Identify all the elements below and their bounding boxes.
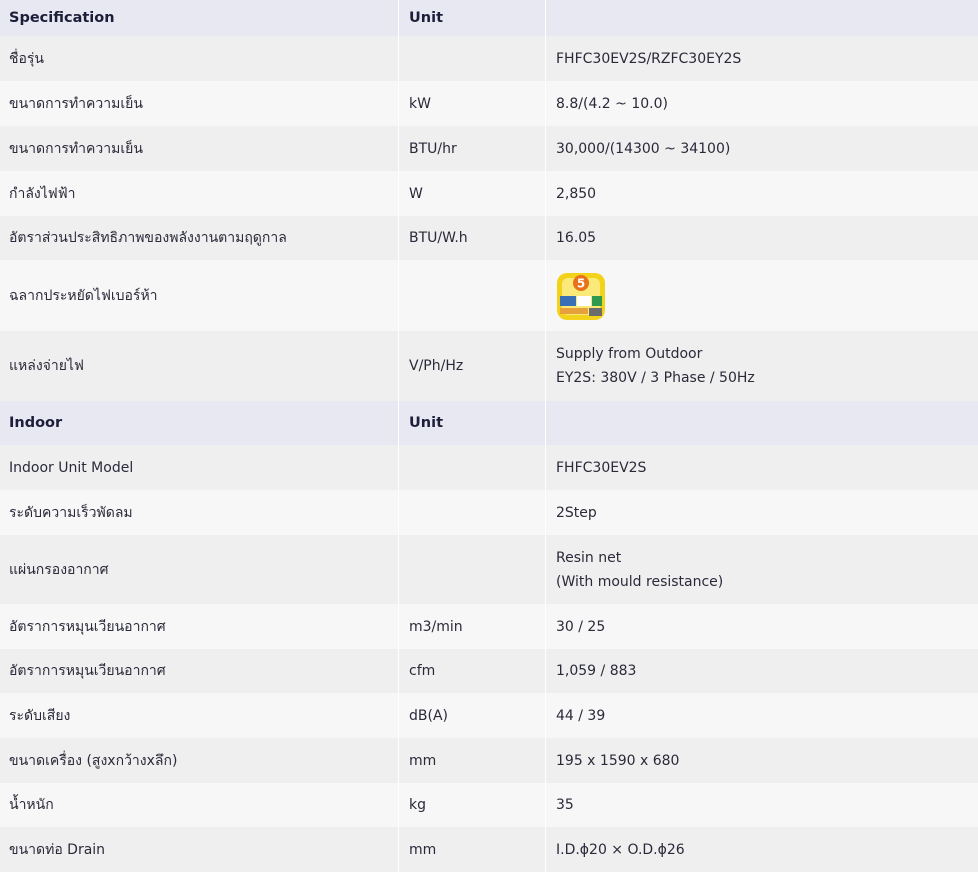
row-unit (398, 36, 546, 81)
row-label: อัตราการหมุนเวียนอากาศ (9, 618, 166, 635)
row-value: FHFC30EV2S (545, 445, 978, 490)
energy-label-no5-icon: 5 (556, 270, 606, 322)
row-label: Indoor Unit Model (9, 459, 134, 476)
row-value: 44 / 39 (545, 693, 978, 738)
row-label: ขนาดท่อ Drain (9, 841, 106, 858)
indoor-header-value (545, 401, 978, 445)
table-row: แหล่งจ่ายไฟ V/Ph/Hz Supply from Outdoor … (0, 331, 978, 401)
spec-header-label: Specification (9, 10, 115, 26)
value-line: Supply from Outdoor (556, 346, 703, 362)
table-row: ขนาดเครื่อง (สูงxกว้างxลึก) mm 195 x 159… (0, 738, 978, 783)
row-value: 5 (545, 260, 978, 331)
row-value: 35 (545, 783, 978, 827)
row-label: แผ่นกรองอากาศ (9, 561, 109, 578)
row-unit: BTU/hr (398, 126, 546, 171)
row-label: แหล่งจ่ายไฟ (9, 358, 84, 374)
table-row: อัตราการหมุนเวียนอากาศ cfm 1,059 / 883 (0, 649, 978, 693)
table-row: ขนาดท่อ Drain mm I.D.ϕ20 × O.D.ϕ26 (0, 827, 978, 872)
row-label: อัตราการหมุนเวียนอากาศ (9, 663, 166, 679)
row-unit: V/Ph/Hz (398, 331, 546, 401)
table-row: ฉลากประหยัดไฟเบอร์ห้า 5 (0, 260, 978, 331)
row-unit (398, 535, 546, 604)
row-value: I.D.ϕ20 × O.D.ϕ26 (545, 827, 978, 872)
indoor-header-row: Indoor Unit (0, 401, 978, 445)
table-row: น้ำหนัก kg 35 (0, 783, 978, 827)
row-label: ระดับเสียง (9, 707, 71, 724)
value-line: Resin net (556, 549, 622, 566)
row-unit: cfm (398, 649, 546, 693)
spec-header-value (545, 0, 978, 36)
row-value: FHFC30EV2S/RZFC30EY2S (545, 36, 978, 81)
row-label: ขนาดการทำความเย็น (9, 95, 143, 112)
row-unit: kW (398, 81, 546, 126)
table-row: กำลังไฟฟ้า W 2,850 (0, 171, 978, 216)
value-line: EY2S: 380V / 3 Phase / 50Hz (556, 370, 755, 386)
spec-table: Specification Unit ชื่อรุ่น FHFC30EV2S/R… (0, 0, 978, 872)
row-label: ระดับความเร็วพัดลม (9, 504, 133, 521)
row-unit (398, 445, 546, 490)
table-row: แผ่นกรองอากาศ Resin net (With mould resi… (0, 535, 978, 604)
row-value: 30,000/(14300 ~ 34100) (545, 126, 978, 171)
row-value: 30 / 25 (545, 604, 978, 649)
row-value: 2Step (545, 490, 978, 535)
row-value: Supply from Outdoor EY2S: 380V / 3 Phase… (545, 331, 978, 401)
svg-text:5: 5 (577, 276, 585, 290)
row-value: 16.05 (545, 216, 978, 260)
row-label: ชื่อรุ่น (9, 50, 44, 67)
table-row: ระดับความเร็วพัดลม 2Step (0, 490, 978, 535)
row-value: 8.8/(4.2 ~ 10.0) (545, 81, 978, 126)
row-label: อัตราส่วนประสิทธิภาพของพลังงานตามฤดูกาล (9, 230, 287, 246)
row-value: 1,059 / 883 (545, 649, 978, 693)
row-unit: mm (398, 738, 546, 783)
value-line: (With mould resistance) (556, 573, 724, 590)
table-row: ระดับเสียง dB(A) 44 / 39 (0, 693, 978, 738)
row-unit: dB(A) (398, 693, 546, 738)
row-label: ขนาดการทำความเย็น (9, 140, 143, 157)
indoor-header-label: Indoor (9, 415, 63, 431)
table-row: ขนาดการทำความเย็น kW 8.8/(4.2 ~ 10.0) (0, 81, 978, 126)
spec-header-unit: Unit (398, 0, 546, 36)
table-row: ขนาดการทำความเย็น BTU/hr 30,000/(14300 ~… (0, 126, 978, 171)
row-label: ขนาดเครื่อง (สูงxกว้างxลึก) (9, 752, 178, 769)
table-row: อัตราการหมุนเวียนอากาศ m3/min 30 / 25 (0, 604, 978, 649)
spec-header-row: Specification Unit (0, 0, 978, 36)
row-unit: m3/min (398, 604, 546, 649)
row-value: 195 x 1590 x 680 (545, 738, 978, 783)
indoor-header-unit: Unit (398, 401, 546, 445)
row-unit: BTU/W.h (398, 216, 546, 260)
row-unit: kg (398, 783, 546, 827)
row-label: กำลังไฟฟ้า (9, 185, 76, 202)
row-unit: mm (398, 827, 546, 872)
row-unit (398, 260, 546, 331)
row-label: น้ำหนัก (9, 797, 54, 813)
table-row: ชื่อรุ่น FHFC30EV2S/RZFC30EY2S (0, 36, 978, 81)
row-value: Resin net (With mould resistance) (545, 535, 978, 604)
row-unit (398, 490, 546, 535)
table-row: Indoor Unit Model FHFC30EV2S (0, 445, 978, 490)
row-label: ฉลากประหยัดไฟเบอร์ห้า (9, 287, 158, 304)
row-unit: W (398, 171, 546, 216)
row-value: 2,850 (545, 171, 978, 216)
table-row: อัตราส่วนประสิทธิภาพของพลังงานตามฤดูกาล … (0, 216, 978, 260)
